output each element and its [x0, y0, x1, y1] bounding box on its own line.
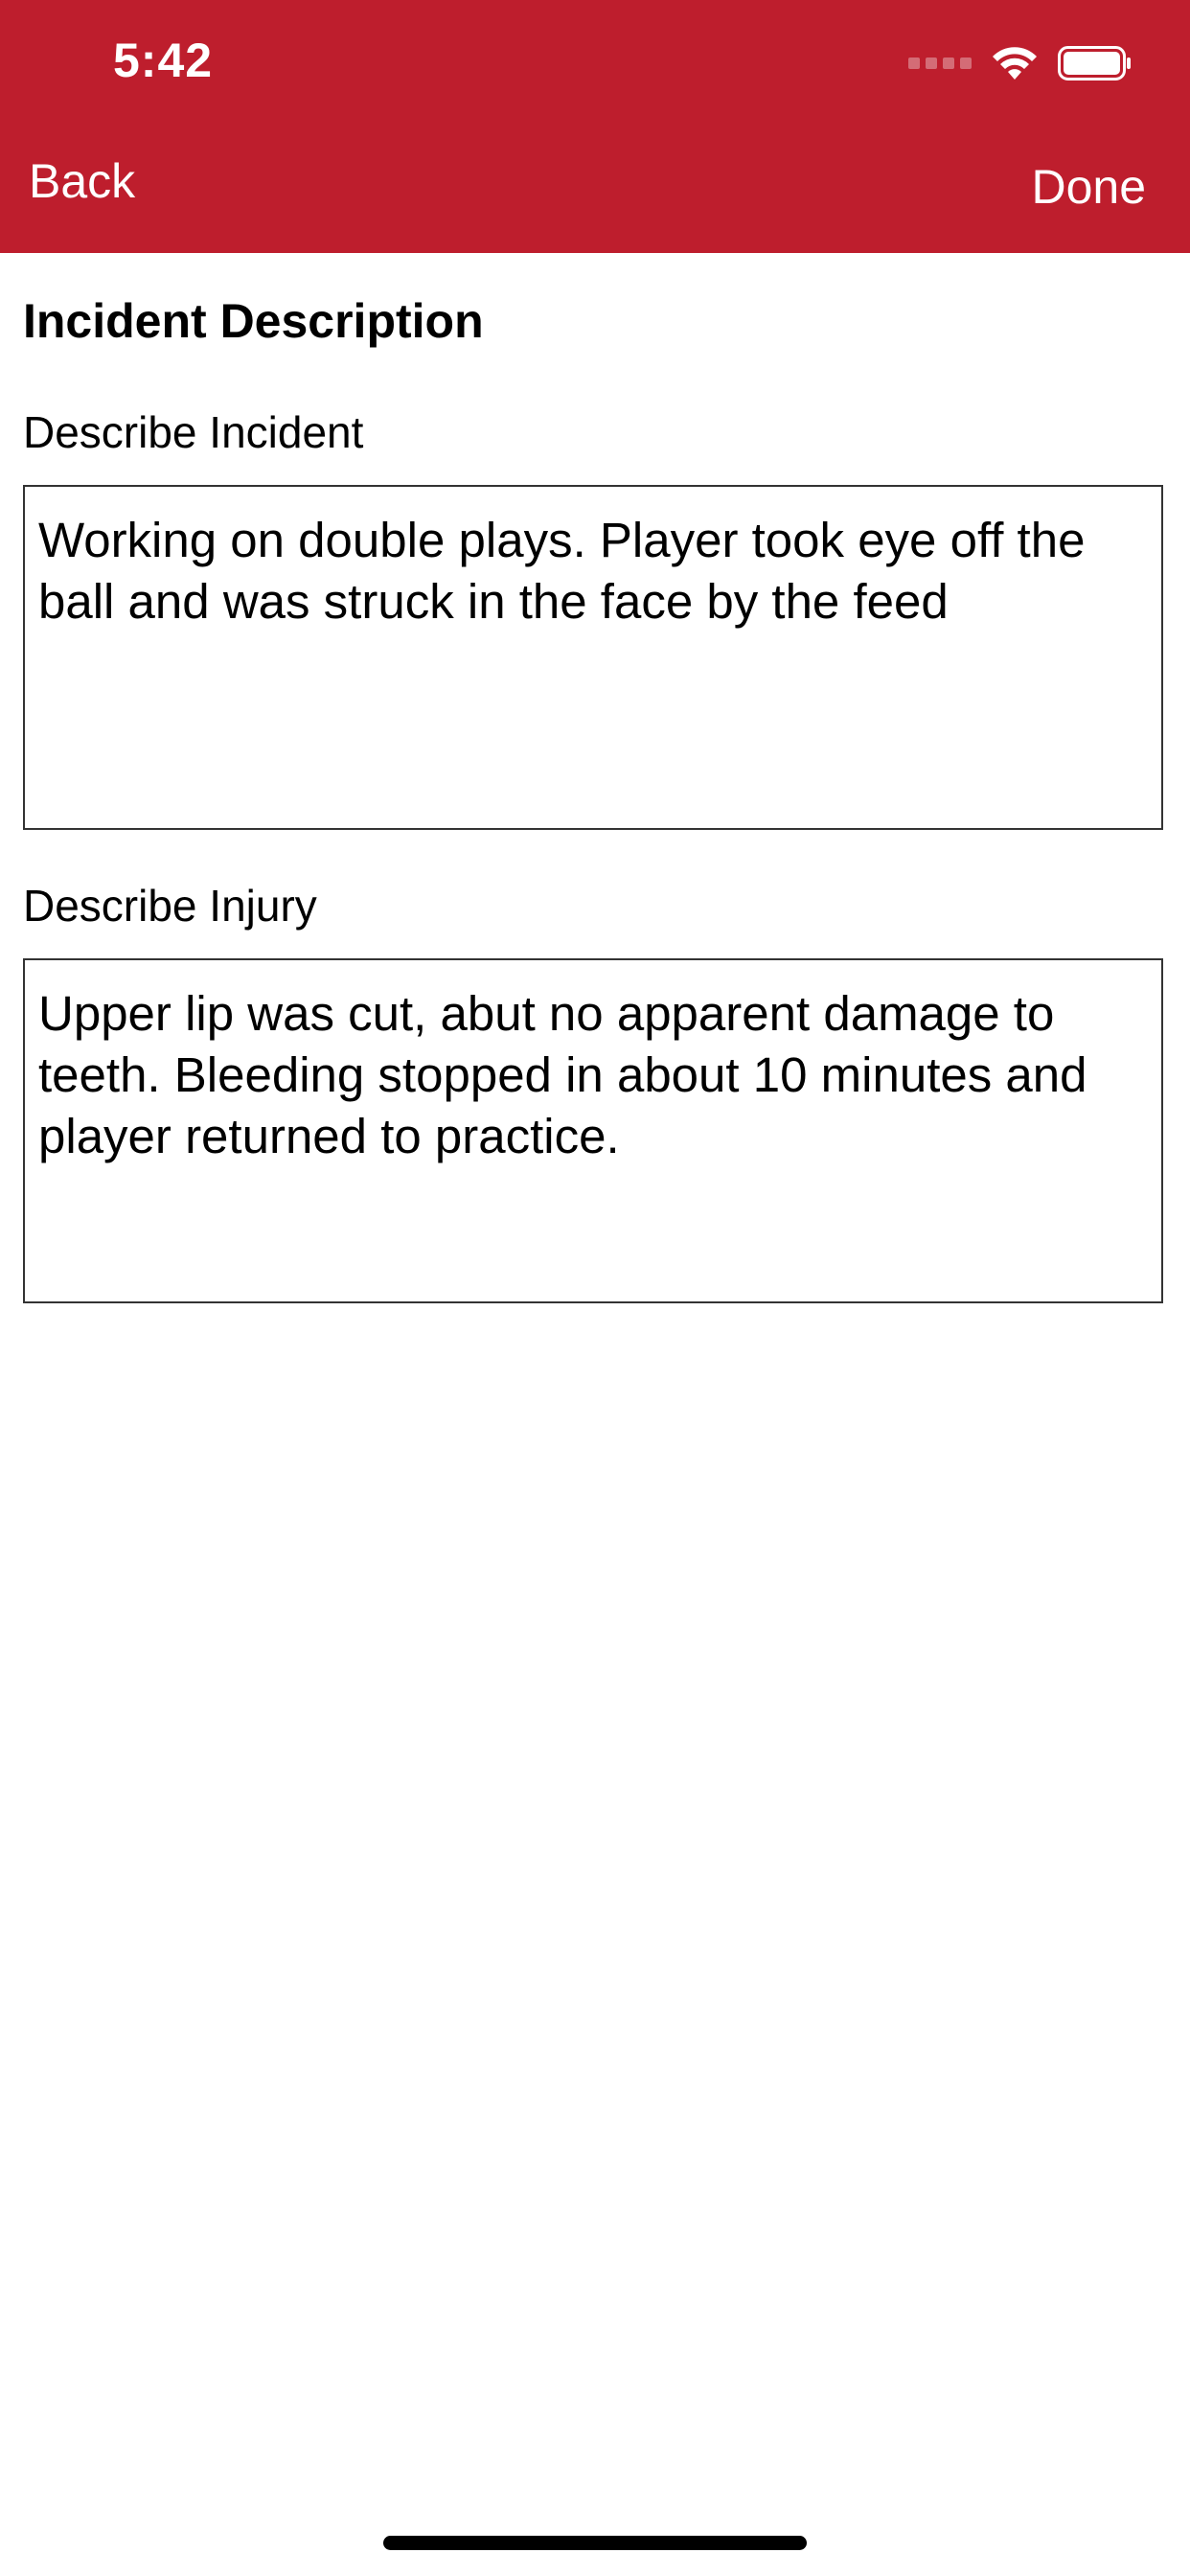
describe-incident-label: Describe Incident — [23, 407, 364, 457]
describe-injury-textarea[interactable]: Upper lip was cut, abut no apparent dama… — [23, 958, 1163, 1303]
describe-injury-label: Describe Injury — [23, 881, 317, 931]
describe-incident-textarea[interactable]: Working on double plays. Player took eye… — [23, 485, 1163, 830]
status-bar-icons — [908, 44, 1133, 82]
battery-icon — [1058, 46, 1131, 80]
back-button[interactable]: Back — [29, 153, 135, 209]
done-button[interactable]: Done — [1031, 159, 1146, 215]
home-indicator[interactable] — [383, 2536, 807, 2550]
section-title: Incident Description — [23, 294, 484, 348]
wifi-icon — [993, 47, 1037, 80]
status-bar-time: 5:42 — [113, 34, 214, 87]
navigation-header: 5:42 Back Done — [0, 0, 1190, 253]
incident-description-screen: 5:42 Back Done Incident Description Desc… — [0, 0, 1190, 2576]
cellular-signal-icon — [908, 58, 972, 69]
